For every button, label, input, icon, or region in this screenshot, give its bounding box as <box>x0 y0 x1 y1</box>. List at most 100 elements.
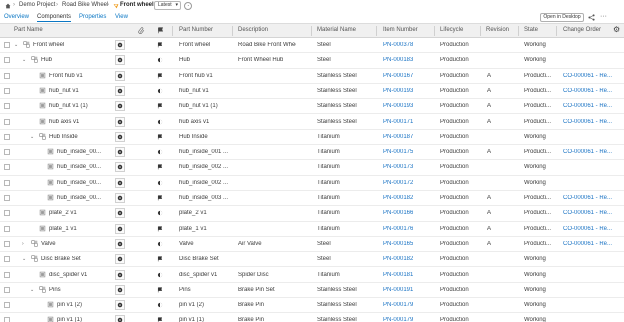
chevron-down-icon[interactable]: ⌄ <box>22 57 26 63</box>
part-thumbnail[interactable] <box>115 70 125 81</box>
row-checkbox[interactable] <box>4 210 10 217</box>
change-order-link[interactable]: CO-000061 - Re... <box>563 73 612 79</box>
column-header-revision[interactable]: Revision <box>486 27 509 33</box>
part-thumbnail[interactable] <box>115 223 125 234</box>
gear-icon[interactable]: ⚙ <box>613 26 620 34</box>
row-checkbox[interactable] <box>4 302 10 309</box>
part-name[interactable]: plate_2 v1 <box>49 210 77 216</box>
breadcrumb-folder[interactable]: Road Bike Wheel <box>62 2 108 8</box>
table-row[interactable]: hub_inside_00... hub_inside_002 ... Titani… <box>0 176 624 191</box>
table-row[interactable]: hub_nut v1 hub_nut v1 Stainless Steel PN-00… <box>0 84 624 100</box>
part-thumbnail[interactable] <box>115 254 125 265</box>
item-number-link[interactable]: PN-000193 <box>383 103 413 109</box>
share-icon[interactable] <box>588 14 595 21</box>
change-order-link[interactable]: CO-000061 - Re... <box>563 195 612 201</box>
chevron-down-icon[interactable]: ⌄ <box>22 256 26 262</box>
item-number-link[interactable]: PN-000179 <box>383 302 413 308</box>
item-number-link[interactable]: PN-000183 <box>383 57 413 63</box>
part-name[interactable]: pin v1 (2) <box>57 302 82 308</box>
row-checkbox[interactable] <box>4 118 10 125</box>
column-header-description[interactable]: Description <box>238 27 268 33</box>
table-row[interactable]: hub_nut v1 (1) hub_nut v1 (1) Stainless St… <box>0 99 624 115</box>
version-dropdown[interactable]: Latest ▾ <box>154 1 181 10</box>
table-row[interactable]: hub_inside_00... hub_inside_003 ... Titani… <box>0 191 624 207</box>
row-checkbox[interactable] <box>4 103 10 110</box>
item-number-link[interactable]: PN-000182 <box>383 256 413 262</box>
row-checkbox[interactable] <box>4 286 10 293</box>
item-number-link[interactable]: PN-000171 <box>383 119 413 125</box>
column-divider[interactable] <box>232 26 233 36</box>
change-order-link[interactable]: CO-000061 - Re... <box>563 149 612 155</box>
row-checkbox[interactable] <box>4 133 10 140</box>
column-header-change-order[interactable]: Change Order <box>563 27 601 33</box>
item-number-link[interactable]: PN-000165 <box>383 241 413 247</box>
row-checkbox[interactable] <box>4 240 10 247</box>
part-thumbnail[interactable] <box>115 300 125 311</box>
item-number-link[interactable]: PN-000187 <box>383 134 413 140</box>
part-name[interactable]: Disc Brake Set <box>41 256 81 262</box>
part-name[interactable]: Hub <box>41 57 52 63</box>
table-row[interactable]: hub_inside_00... hub_inside_001 ... Titani… <box>0 145 624 161</box>
part-thumbnail[interactable] <box>115 55 125 66</box>
part-name[interactable]: Front hub v1 <box>49 73 83 79</box>
chevron-right-icon[interactable]: › <box>22 241 24 247</box>
change-order-link[interactable]: CO-000061 - Re... <box>563 119 612 125</box>
row-checkbox[interactable] <box>4 271 10 278</box>
table-row[interactable]: pin v1 (2) pin v1 (2) Brake Pin Stainless S… <box>0 298 624 314</box>
item-number-link[interactable]: PN-000378 <box>383 42 413 48</box>
item-number-link[interactable]: PN-000173 <box>383 164 413 170</box>
column-divider[interactable] <box>480 26 481 36</box>
table-row[interactable]: pin v1 (1) pin v1 (1) Brake Pin Stainless S… <box>0 313 624 322</box>
change-order-link[interactable]: CO-000061 - Re... <box>563 210 612 216</box>
row-checkbox[interactable] <box>4 179 10 186</box>
tab-view[interactable]: View <box>115 14 128 20</box>
tab-overview[interactable]: Overview <box>4 14 29 20</box>
part-name[interactable]: disc_spider v1 <box>49 272 87 278</box>
column-divider[interactable] <box>434 26 435 36</box>
part-thumbnail[interactable] <box>115 116 125 127</box>
part-thumbnail[interactable] <box>115 269 125 280</box>
table-row[interactable]: Front hub v1 Front hub v1 Stainless Steel P… <box>0 69 624 84</box>
column-header-part-number[interactable]: Part Number <box>179 27 213 33</box>
item-number-link[interactable]: PN-000181 <box>383 272 413 278</box>
item-number-link[interactable]: PN-000166 <box>383 210 413 216</box>
part-name[interactable]: hub axis v1 <box>49 119 79 125</box>
part-name[interactable]: hub_nut v1 <box>49 88 79 94</box>
part-thumbnail[interactable] <box>115 131 125 142</box>
item-number-link[interactable]: PN-000172 <box>383 180 413 186</box>
part-name[interactable]: pin v1 (1) <box>57 317 82 322</box>
row-checkbox[interactable] <box>4 72 10 79</box>
table-row[interactable]: ⌄ Front wheel Front wheel Road Bike Front W… <box>0 38 624 54</box>
change-order-link[interactable]: CO-000061 - Re... <box>563 103 612 109</box>
table-row[interactable]: hub_inside_00... hub_inside_002 ... Titani… <box>0 160 624 176</box>
part-thumbnail[interactable] <box>115 238 125 249</box>
chevron-down-icon[interactable]: ⌄ <box>30 287 34 293</box>
column-divider[interactable] <box>376 26 377 36</box>
row-checkbox[interactable] <box>4 256 10 263</box>
row-checkbox[interactable] <box>4 225 10 232</box>
row-checkbox[interactable] <box>4 317 10 322</box>
row-checkbox[interactable] <box>4 42 10 48</box>
chevron-down-icon[interactable]: ⌄ <box>30 134 34 140</box>
part-name[interactable]: hub_inside_00... <box>57 164 101 170</box>
column-header-part-name[interactable]: Part Name <box>14 27 43 33</box>
change-order-link[interactable]: CO-000061 - Re... <box>563 241 612 247</box>
part-name[interactable]: hub_inside_00... <box>57 149 101 155</box>
row-checkbox[interactable] <box>4 87 10 94</box>
table-row[interactable]: ⌄ Hub Hub Front Wheel Hub Steel PN-000183 Prod… <box>0 53 624 69</box>
part-name[interactable]: Pins <box>49 287 61 293</box>
column-header-item-number[interactable]: Item Number <box>383 27 418 33</box>
item-number-link[interactable]: PN-000193 <box>383 88 413 94</box>
part-name[interactable]: Valve <box>41 241 56 247</box>
tab-components[interactable]: Components <box>37 14 72 22</box>
sync-icon[interactable]: ◔ <box>184 2 192 10</box>
part-thumbnail[interactable] <box>115 147 125 158</box>
part-thumbnail[interactable] <box>115 284 125 295</box>
column-header-material[interactable]: Material Name <box>317 27 356 33</box>
item-number-link[interactable]: PN-000182 <box>383 195 413 201</box>
row-checkbox[interactable] <box>4 57 10 64</box>
breadcrumb-project[interactable]: Demo Project <box>19 2 55 8</box>
item-number-link[interactable]: PN-000176 <box>383 226 413 232</box>
table-row[interactable]: plate_1 v1 plate_1 v1 Titanium PN-000176 Pro… <box>0 222 624 237</box>
column-divider[interactable] <box>518 26 519 36</box>
